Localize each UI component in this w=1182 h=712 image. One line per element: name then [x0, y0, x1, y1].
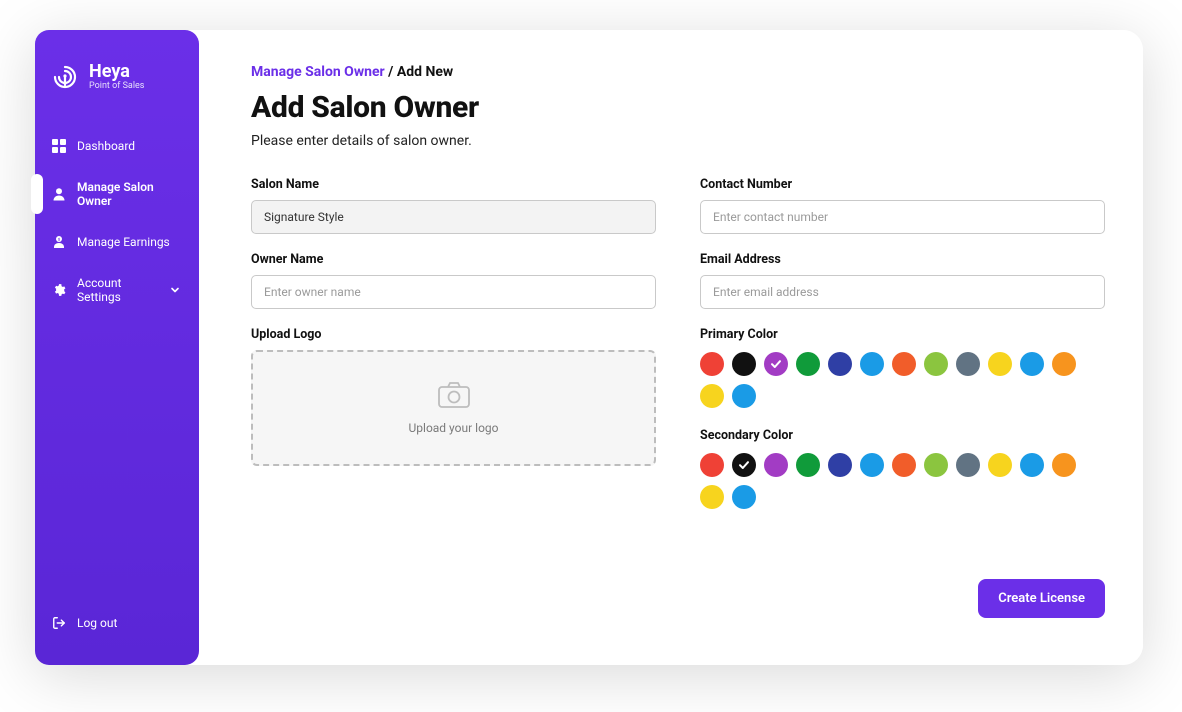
label-secondary-color: Secondary Color: [700, 428, 1105, 443]
breadcrumb-current: Add New: [397, 64, 453, 80]
dashboard-icon: [51, 138, 67, 154]
secondary-color-swatch[interactable]: [732, 485, 756, 509]
earnings-icon: $: [51, 234, 67, 250]
field-upload-logo: Upload Logo Upload your logo: [251, 327, 656, 466]
secondary-color-swatch[interactable]: [1052, 453, 1076, 477]
primary-color-swatch[interactable]: [732, 352, 756, 376]
field-salon-name: Salon Name: [251, 177, 656, 234]
nav: Dashboard Manage Salon Owner $ Manage Ea…: [35, 126, 199, 316]
primary-color-swatch[interactable]: [700, 384, 724, 408]
person-icon: [51, 186, 67, 202]
secondary-color-swatch[interactable]: [860, 453, 884, 477]
sidebar-item-dashboard[interactable]: Dashboard: [35, 126, 199, 166]
label-email: Email Address: [700, 252, 1105, 267]
brand-subtitle: Point of Sales: [89, 82, 144, 92]
sidebar-item-label: Manage Earnings: [77, 235, 170, 249]
secondary-color-swatch[interactable]: [700, 453, 724, 477]
chevron-down-icon: [167, 282, 183, 298]
secondary-color-swatch[interactable]: [828, 453, 852, 477]
upload-logo-dropzone[interactable]: Upload your logo: [251, 350, 656, 466]
sidebar-item-manage-salon-owner[interactable]: Manage Salon Owner: [35, 168, 199, 220]
create-license-button[interactable]: Create License: [978, 579, 1105, 618]
email-input[interactable]: [700, 275, 1105, 309]
primary-color-swatch[interactable]: [988, 352, 1012, 376]
logout-label: Log out: [77, 616, 117, 630]
breadcrumb-separator: /: [385, 64, 397, 80]
secondary-color-section: Secondary Color: [700, 428, 1105, 509]
contact-number-input[interactable]: [700, 200, 1105, 234]
logout-button[interactable]: Log out: [35, 603, 199, 643]
label-upload-logo: Upload Logo: [251, 327, 656, 342]
secondary-color-swatch[interactable]: [796, 453, 820, 477]
secondary-color-swatch[interactable]: [892, 453, 916, 477]
page-subtitle: Please enter details of salon owner.: [251, 133, 1105, 149]
label-owner-name: Owner Name: [251, 252, 656, 267]
primary-color-section: Primary Color: [700, 327, 1105, 408]
sidebar-item-label: Account Settings: [77, 276, 157, 304]
camera-icon: [437, 381, 471, 413]
brand: Heya Point of Sales: [35, 62, 199, 116]
field-owner-name: Owner Name: [251, 252, 656, 309]
primary-color-swatches: [700, 352, 1105, 408]
gear-icon: [51, 282, 67, 298]
secondary-color-swatch[interactable]: [956, 453, 980, 477]
sidebar-item-label: Dashboard: [77, 139, 135, 153]
secondary-color-swatch[interactable]: [924, 453, 948, 477]
secondary-color-swatch[interactable]: [700, 485, 724, 509]
main-panel: Manage Salon Owner / Add New Add Salon O…: [229, 30, 1143, 665]
page-title: Add Salon Owner: [251, 90, 1105, 125]
primary-color-swatch[interactable]: [1020, 352, 1044, 376]
brand-name: Heya: [89, 62, 144, 82]
field-email: Email Address: [700, 252, 1105, 309]
primary-color-swatch[interactable]: [828, 352, 852, 376]
primary-color-swatch[interactable]: [860, 352, 884, 376]
primary-color-swatch[interactable]: [956, 352, 980, 376]
breadcrumb-parent[interactable]: Manage Salon Owner: [251, 64, 385, 80]
label-contact-number: Contact Number: [700, 177, 1105, 192]
primary-color-swatch[interactable]: [764, 352, 788, 376]
secondary-color-swatch[interactable]: [988, 453, 1012, 477]
sidebar-item-manage-earnings[interactable]: $ Manage Earnings: [35, 222, 199, 262]
salon-name-input[interactable]: [251, 200, 656, 234]
secondary-color-swatch[interactable]: [1020, 453, 1044, 477]
primary-color-swatch[interactable]: [732, 384, 756, 408]
primary-color-swatch[interactable]: [796, 352, 820, 376]
primary-color-swatch[interactable]: [1052, 352, 1076, 376]
primary-color-swatch[interactable]: [700, 352, 724, 376]
secondary-color-swatch[interactable]: [732, 453, 756, 477]
primary-color-swatch[interactable]: [892, 352, 916, 376]
field-contact-number: Contact Number: [700, 177, 1105, 234]
owner-name-input[interactable]: [251, 275, 656, 309]
upload-hint: Upload your logo: [409, 421, 499, 435]
secondary-color-swatches: [700, 453, 1105, 509]
sidebar: Heya Point of Sales Dashboard Manage Sal…: [35, 30, 199, 665]
sidebar-item-account-settings[interactable]: Account Settings: [35, 264, 199, 316]
primary-color-swatch[interactable]: [924, 352, 948, 376]
secondary-color-swatch[interactable]: [764, 453, 788, 477]
label-salon-name: Salon Name: [251, 177, 656, 192]
label-primary-color: Primary Color: [700, 327, 1105, 342]
brand-logo-icon: [51, 63, 79, 91]
sidebar-item-label: Manage Salon Owner: [77, 180, 183, 208]
logout-icon: [51, 615, 67, 631]
breadcrumb: Manage Salon Owner / Add New: [251, 64, 1105, 80]
